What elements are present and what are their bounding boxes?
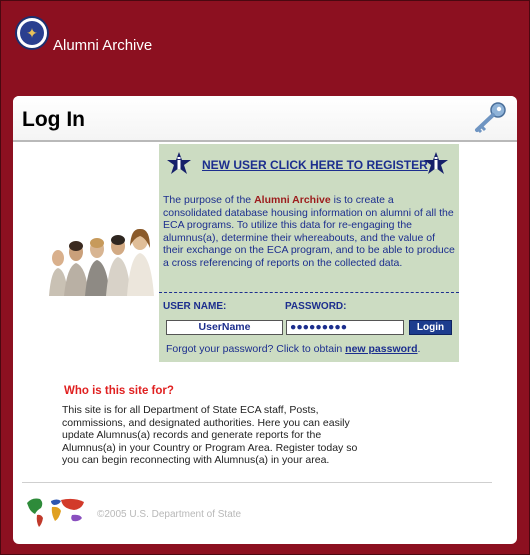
purpose-highlight: Alumni Archive bbox=[254, 194, 331, 206]
username-label: USER NAME: bbox=[163, 301, 227, 312]
registration-box: NEW USER CLICK HERE TO REGISTER The purp… bbox=[159, 144, 459, 362]
new-password-link[interactable]: new password bbox=[345, 343, 417, 355]
app-title: Alumni Archive bbox=[53, 37, 153, 54]
username-field[interactable]: UserName bbox=[166, 320, 283, 335]
purpose-text: The purpose of the Alumni Archive is to … bbox=[163, 194, 455, 270]
panel-header: Log In bbox=[13, 96, 517, 142]
who-is-this-for-heading: Who is this site for? bbox=[64, 385, 174, 397]
world-map-icon bbox=[27, 498, 84, 527]
eagle-icon: ✦ bbox=[20, 21, 44, 45]
key-icon bbox=[475, 102, 506, 134]
dashed-divider bbox=[159, 292, 459, 293]
app-frame: ✦ Alumni Archive Log In NEW USER CLICK H… bbox=[0, 0, 530, 555]
purpose-prefix: The purpose of the bbox=[163, 194, 255, 206]
forgot-password-prompt: Forgot your password? Click to obtain bbox=[166, 343, 346, 355]
password-field[interactable]: ●●●●●●●●● bbox=[286, 320, 404, 335]
login-panel: Log In NEW USER CLICK HERE TO REGISTER T… bbox=[13, 96, 517, 544]
alumni-group-photo bbox=[46, 216, 170, 296]
forgot-password-text: Forgot your password? Click to obtain ne… bbox=[166, 343, 420, 355]
register-link[interactable]: NEW USER CLICK HERE TO REGISTER bbox=[202, 158, 428, 172]
footer-divider bbox=[22, 482, 492, 483]
info-star-icon bbox=[424, 152, 448, 174]
forgot-suffix: . bbox=[417, 343, 421, 355]
page-title: Log In bbox=[22, 108, 85, 131]
login-button[interactable]: Login bbox=[409, 320, 452, 335]
state-department-seal-icon: ✦ bbox=[15, 16, 49, 50]
info-star-icon bbox=[167, 152, 191, 174]
copyright-text: ©2005 U.S. Department of State bbox=[97, 509, 242, 520]
password-label: PASSWORD: bbox=[285, 301, 347, 312]
who-is-this-for-text: This site is for all Department of State… bbox=[62, 404, 358, 467]
